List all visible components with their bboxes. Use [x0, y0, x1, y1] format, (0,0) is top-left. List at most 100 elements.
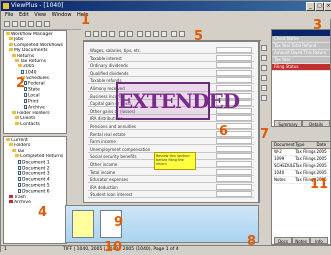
- menu-file[interactable]: File: [5, 12, 13, 18]
- archive-icon: [9, 200, 13, 204]
- menu-view[interactable]: View: [34, 12, 46, 18]
- tab-summary[interactable]: Summary: [274, 120, 302, 127]
- email-icon[interactable]: [179, 31, 185, 37]
- arrow-icon[interactable]: [261, 85, 267, 91]
- tab-notes[interactable]: Notes: [292, 237, 310, 244]
- next-page-icon[interactable]: [127, 31, 133, 37]
- stamp-icon[interactable]: [153, 31, 159, 37]
- callout-2: 2: [16, 76, 26, 91]
- trash-icon: [9, 195, 13, 199]
- column-header[interactable]: Date: [316, 142, 330, 148]
- callout-4: 4: [38, 205, 48, 220]
- form-row-label: Student loan interest: [90, 192, 133, 198]
- tree-item[interactable]: Archive: [6, 200, 64, 205]
- form-row-label: Other income: [90, 162, 118, 167]
- line-icon[interactable]: [261, 65, 267, 71]
- highlight-icon[interactable]: [137, 31, 143, 37]
- table-cell: Notes: [274, 177, 286, 182]
- tab-info[interactable]: Info: [310, 237, 328, 244]
- tab-details[interactable]: Details: [302, 120, 330, 127]
- form-row-label: Social security benefits: [90, 154, 137, 160]
- column-header[interactable]: Type: [295, 142, 316, 148]
- form-field[interactable]: [216, 183, 252, 190]
- menu-edit[interactable]: Edit: [19, 12, 29, 18]
- table-row[interactable]: 1040 Tax Filings 2005: [272, 170, 330, 177]
- print-page-icon[interactable]: [171, 31, 177, 37]
- box-icon[interactable]: [261, 75, 267, 81]
- table-cell: 2005: [316, 163, 327, 168]
- table-cell: 1040: [274, 170, 285, 175]
- form-row-label: IRA deduction: [90, 184, 118, 190]
- save-icon[interactable]: [20, 21, 26, 27]
- form-row-label: Qualified dividends: [90, 70, 129, 76]
- redact-icon[interactable]: [161, 31, 167, 37]
- fit-page-icon[interactable]: [101, 31, 107, 37]
- eraser-icon[interactable]: [261, 95, 267, 101]
- form-field[interactable]: [216, 153, 252, 160]
- workflow-tree: Workflow Manager Jobs Completed Workflow…: [3, 30, 67, 134]
- table-cell: 2005: [316, 156, 327, 161]
- prev-page-icon[interactable]: [119, 31, 125, 37]
- form-field[interactable]: [216, 47, 252, 53]
- table-cell: 2005: [316, 149, 327, 154]
- form-field[interactable]: [216, 77, 252, 84]
- folder-icon: [9, 42, 13, 46]
- note-icon[interactable]: [145, 31, 151, 37]
- document-viewer[interactable]: Wages, salaries, tips, etc. Taxable inter…: [83, 41, 259, 203]
- rotate-icon[interactable]: [109, 31, 115, 37]
- callout-7: 7: [260, 127, 270, 142]
- new-icon[interactable]: [4, 21, 10, 27]
- folder-icon: [15, 59, 19, 63]
- text-icon[interactable]: [261, 55, 267, 61]
- sticky-note[interactable]: Review this section before filing the re…: [154, 152, 196, 170]
- open-icon[interactable]: [12, 21, 18, 27]
- form-field[interactable]: [216, 115, 252, 122]
- column-header[interactable]: Document: [272, 142, 295, 148]
- table-row[interactable]: W-2 Tax Filings 2005: [272, 149, 330, 156]
- form-field[interactable]: [216, 62, 252, 69]
- print-icon[interactable]: [28, 21, 34, 27]
- tree-item[interactable]: Completed Returns: [6, 154, 64, 159]
- page-thumbnail[interactable]: [72, 210, 94, 238]
- document-icon: [18, 189, 21, 194]
- document-icon: [18, 177, 21, 182]
- extended-stamp: EXTENDED: [116, 82, 240, 120]
- callout-5: 5: [194, 29, 204, 44]
- refresh-icon[interactable]: [36, 21, 42, 27]
- folder-icon: [9, 143, 13, 147]
- callout-1: 1: [81, 13, 91, 28]
- menu-window[interactable]: Window: [52, 12, 72, 18]
- table-row[interactable]: SCHEDULE Tax Filings 2005: [272, 163, 330, 170]
- close-button[interactable]: ×: [324, 2, 331, 11]
- form-field[interactable]: [216, 145, 252, 152]
- form-field[interactable]: [216, 54, 252, 61]
- document-icon: [24, 98, 27, 103]
- form-field[interactable]: [216, 176, 252, 183]
- documents-header: Document Type Date: [272, 142, 330, 149]
- maximize-button[interactable]: □: [315, 2, 324, 11]
- search-icon[interactable]: [44, 21, 50, 27]
- tree-item[interactable]: Contacts: [6, 121, 64, 127]
- table-cell: Tax Filings: [295, 156, 316, 161]
- folder-icon: [15, 154, 19, 158]
- folder-icon: [15, 116, 19, 120]
- stamp-text: EXTENDED: [118, 89, 240, 113]
- properties-panel: Client Name Tax Year Total Refund Amount…: [271, 29, 331, 127]
- minimize-button[interactable]: _: [306, 2, 315, 11]
- document-icon: [24, 104, 27, 109]
- tab-docs[interactable]: Docs: [274, 237, 292, 244]
- folder-icon: [6, 32, 10, 35]
- form-line: [88, 197, 254, 199]
- form-field[interactable]: [216, 168, 252, 175]
- pointer-icon[interactable]: [261, 45, 267, 51]
- form-field[interactable]: [216, 138, 252, 145]
- document-icon: [18, 159, 21, 164]
- zoom-out-icon[interactable]: [93, 31, 99, 37]
- form-field[interactable]: [216, 191, 252, 198]
- form-field[interactable]: [216, 161, 252, 167]
- callout-8: 8: [247, 234, 257, 249]
- form-field[interactable]: [216, 69, 252, 76]
- property-row: Tax Year Total Refund: [272, 43, 330, 50]
- table-row[interactable]: 1099 Tax Filings 2005: [272, 156, 330, 163]
- zoom-in-icon[interactable]: [85, 31, 91, 37]
